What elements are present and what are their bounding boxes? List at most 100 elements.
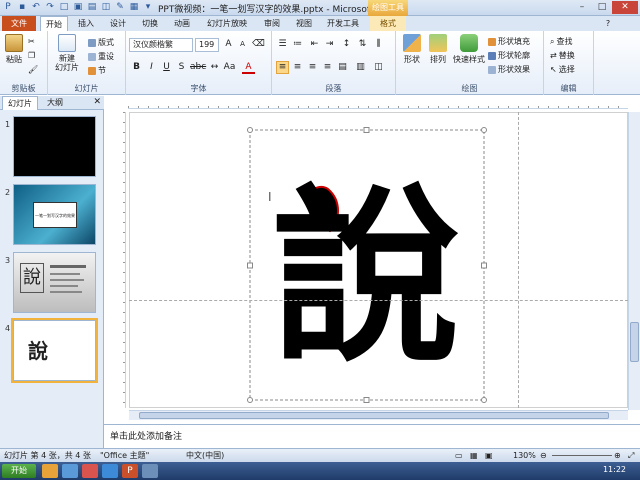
horizontal-ruler[interactable]	[128, 97, 628, 109]
zoom-out-icon[interactable]: ⊖	[540, 449, 547, 462]
arrange-button[interactable]: 排列	[426, 34, 450, 65]
align-text-icon[interactable]: ⫼	[372, 38, 385, 51]
redo-icon[interactable]: ↷	[44, 2, 56, 13]
grow-font-icon[interactable]: A	[222, 38, 235, 51]
char-spacing-icon[interactable]: ↔	[208, 61, 221, 74]
close-pane-icon[interactable]: ✕	[93, 97, 101, 107]
shadow-icon[interactable]: S	[175, 61, 188, 74]
tab-file[interactable]: 文件	[2, 16, 36, 31]
line-spacing-icon[interactable]: ↕	[340, 38, 353, 51]
font-color-icon[interactable]: A	[242, 61, 255, 74]
preview-icon[interactable]: ◫	[100, 2, 112, 13]
align-right-icon[interactable]: ≡	[306, 61, 319, 74]
slide-thumb-1[interactable]	[13, 116, 96, 177]
calligraphy-character[interactable]: 說	[266, 153, 466, 403]
resize-handle[interactable]	[247, 397, 253, 403]
quick-styles-button[interactable]: 快速样式	[452, 34, 486, 65]
help-icon[interactable]: ?	[600, 16, 616, 31]
resize-handle[interactable]	[247, 262, 253, 269]
resize-handle[interactable]	[363, 127, 370, 133]
tab-insert[interactable]: 插入	[72, 16, 100, 31]
italic-icon[interactable]: I	[145, 61, 158, 74]
format-painter-button[interactable]: 🖌	[28, 65, 38, 74]
new-slide-button[interactable]: 新建 幻灯片	[52, 34, 82, 72]
reading-view-icon[interactable]: ▣	[485, 449, 493, 462]
tab-review[interactable]: 审阅	[258, 16, 286, 31]
resize-handle[interactable]	[247, 127, 253, 133]
zoom-slider[interactable]	[552, 455, 612, 456]
print-icon[interactable]: ▤	[86, 2, 98, 13]
numbering-icon[interactable]: ≔	[291, 38, 304, 51]
tab-developer[interactable]: 开发工具	[322, 16, 364, 31]
fit-slide-icon[interactable]: ⤢	[628, 449, 634, 462]
maximize-icon[interactable]: □	[592, 1, 612, 14]
tab-slides[interactable]: 幻灯片	[2, 96, 38, 110]
reset-button[interactable]: 重设	[88, 51, 114, 62]
vertical-guide[interactable]	[518, 112, 519, 408]
customize-qat-icon[interactable]: ▾	[142, 2, 154, 13]
resize-handle[interactable]	[481, 262, 487, 269]
bold-icon[interactable]: B	[130, 61, 143, 74]
section-button[interactable]: 节	[88, 65, 106, 76]
zoom-in-icon[interactable]: ⊕	[614, 449, 621, 462]
resize-handle[interactable]	[481, 397, 487, 403]
taskbar-folder-icon[interactable]	[42, 464, 58, 478]
bullets-icon[interactable]: ☰	[276, 38, 289, 51]
tab-view[interactable]: 视图	[290, 16, 318, 31]
strikethrough-icon[interactable]: abc	[190, 61, 206, 74]
minimize-icon[interactable]: –	[572, 1, 592, 14]
shrink-font-icon[interactable]: A	[236, 38, 249, 51]
shape-outline-button[interactable]: 形状轮廓	[488, 50, 530, 61]
taskbar-browser-icon[interactable]	[62, 464, 78, 478]
slide-thumb-3[interactable]: 說	[13, 252, 96, 313]
draw-icon[interactable]: ✎	[114, 2, 126, 13]
taskbar-app-icon[interactable]	[102, 464, 118, 478]
resize-handle[interactable]	[481, 127, 487, 133]
tab-design[interactable]: 设计	[104, 16, 132, 31]
tab-format[interactable]: 格式	[370, 16, 406, 31]
columns-icon[interactable]: ▥	[354, 61, 367, 74]
zoom-level[interactable]: 130%	[513, 449, 536, 462]
open-icon[interactable]: ▣	[72, 2, 84, 13]
app-icon[interactable]: P	[2, 2, 14, 13]
smartart-icon[interactable]: ◫	[372, 61, 385, 74]
font-name-combo[interactable]: 汉仪颜楷繁	[129, 38, 193, 52]
sorter-view-icon[interactable]: ▦	[470, 449, 478, 462]
notes-pane[interactable]: 单击此处添加备注	[104, 424, 640, 448]
font-size-combo[interactable]: 199	[195, 38, 219, 52]
select-button[interactable]: ↖ 选择	[550, 64, 575, 75]
slide-thumb-4[interactable]: 說	[11, 318, 98, 383]
taskbar-media-icon[interactable]	[82, 464, 98, 478]
undo-icon[interactable]: ↶	[30, 2, 42, 13]
save-icon[interactable]: ▪	[16, 2, 28, 13]
shape-fill-button[interactable]: 形状填充	[488, 36, 530, 47]
distribute-icon[interactable]: ▤	[336, 61, 349, 74]
vertical-ruler[interactable]	[114, 112, 126, 408]
find-button[interactable]: ⌕ 查找	[550, 36, 572, 47]
paste-button[interactable]: 粘贴	[3, 34, 25, 65]
horizontal-scrollbar[interactable]	[129, 410, 628, 420]
tab-home[interactable]: 开始	[40, 16, 68, 31]
tab-outline[interactable]: 大纲	[42, 96, 68, 110]
shape-effects-button[interactable]: 形状效果	[488, 64, 530, 75]
close-icon[interactable]: ✕	[612, 1, 638, 14]
tab-transitions[interactable]: 切换	[136, 16, 164, 31]
increase-indent-icon[interactable]: ⇥	[323, 38, 336, 51]
slide-thumb-2[interactable]: 一笔一划写汉字的效果	[13, 184, 96, 245]
justify-icon[interactable]: ≡	[321, 61, 334, 74]
vertical-scrollbar[interactable]	[628, 112, 640, 410]
layout-button[interactable]: 版式	[88, 37, 114, 48]
table-icon[interactable]: ▦	[128, 2, 140, 13]
decrease-indent-icon[interactable]: ⇤	[308, 38, 321, 51]
hscroll-thumb[interactable]	[139, 412, 609, 419]
taskbar-powerpoint-icon[interactable]: P	[122, 464, 138, 478]
taskbar-window-icon[interactable]	[142, 464, 158, 478]
copy-button[interactable]: ❐	[28, 51, 35, 60]
scroll-thumb[interactable]	[630, 322, 639, 362]
cut-button[interactable]: ✂	[28, 37, 35, 46]
align-left-icon[interactable]: ≡	[276, 61, 289, 74]
align-center-icon[interactable]: ≡	[291, 61, 304, 74]
clear-format-icon[interactable]: ⌫	[252, 38, 265, 51]
horizontal-guide[interactable]	[129, 300, 628, 301]
start-button[interactable]: 开始	[2, 464, 36, 478]
